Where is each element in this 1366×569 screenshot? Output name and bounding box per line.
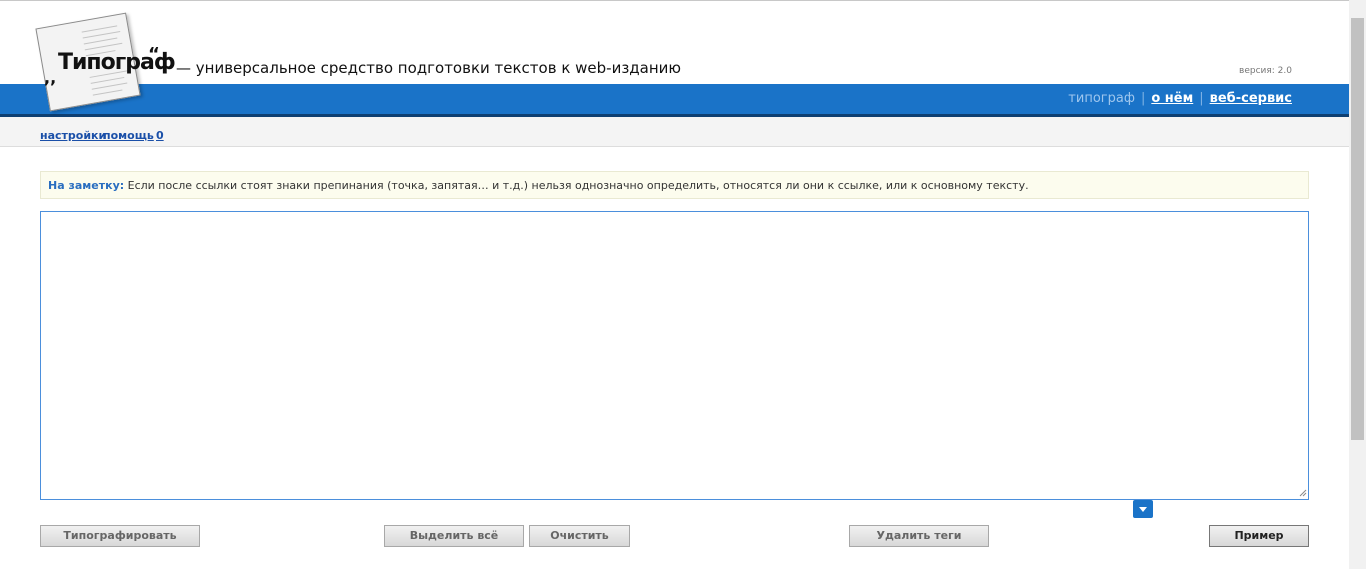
text-editor[interactable]: [40, 211, 1309, 500]
header: ,, Типограф “ — универсальное средство п…: [0, 0, 1349, 117]
expand-editor-button[interactable]: [1133, 500, 1153, 518]
help-link[interactable]: помощь: [103, 129, 154, 142]
logo-quote-left: ,,: [44, 68, 57, 87]
page-scrollbar[interactable]: [1349, 0, 1366, 569]
scrollbar-thumb[interactable]: [1351, 18, 1364, 440]
typograph-button[interactable]: Типографировать: [40, 525, 200, 547]
notice-box: На заметку: Если после ссылки стоят знак…: [40, 171, 1309, 199]
select-all-button[interactable]: Выделить всё: [384, 525, 524, 547]
remove-tags-button[interactable]: Удалить теги: [849, 525, 989, 547]
nav-separator: |: [1199, 91, 1204, 106]
settings-link[interactable]: настройки: [40, 129, 106, 142]
version-label: версия: 2.0: [1239, 66, 1292, 76]
example-button[interactable]: Пример: [1209, 525, 1309, 547]
nav-item-webservice[interactable]: веб-сервис: [1210, 91, 1292, 106]
clear-button[interactable]: Очистить: [529, 525, 630, 547]
logo-quote-right: “: [148, 44, 160, 65]
tagline: — универсальное средство подготовки текс…: [176, 59, 682, 77]
resize-grip-icon[interactable]: [1299, 489, 1307, 497]
nav-separator: |: [1140, 91, 1146, 106]
top-nav: типограф | о нём | веб-сервис: [1068, 91, 1292, 106]
nav-item-about[interactable]: о нём: [1151, 91, 1193, 106]
logo[interactable]: ,, Типограф “: [35, 12, 176, 114]
notice-label: На заметку:: [48, 179, 125, 192]
notice-text: Если после ссылки стоят знаки препинания…: [124, 179, 1029, 192]
nav-item-typograph: типограф: [1068, 91, 1135, 106]
toolbar: настройки помощь 0: [0, 117, 1349, 147]
counter-link[interactable]: 0: [156, 129, 164, 142]
